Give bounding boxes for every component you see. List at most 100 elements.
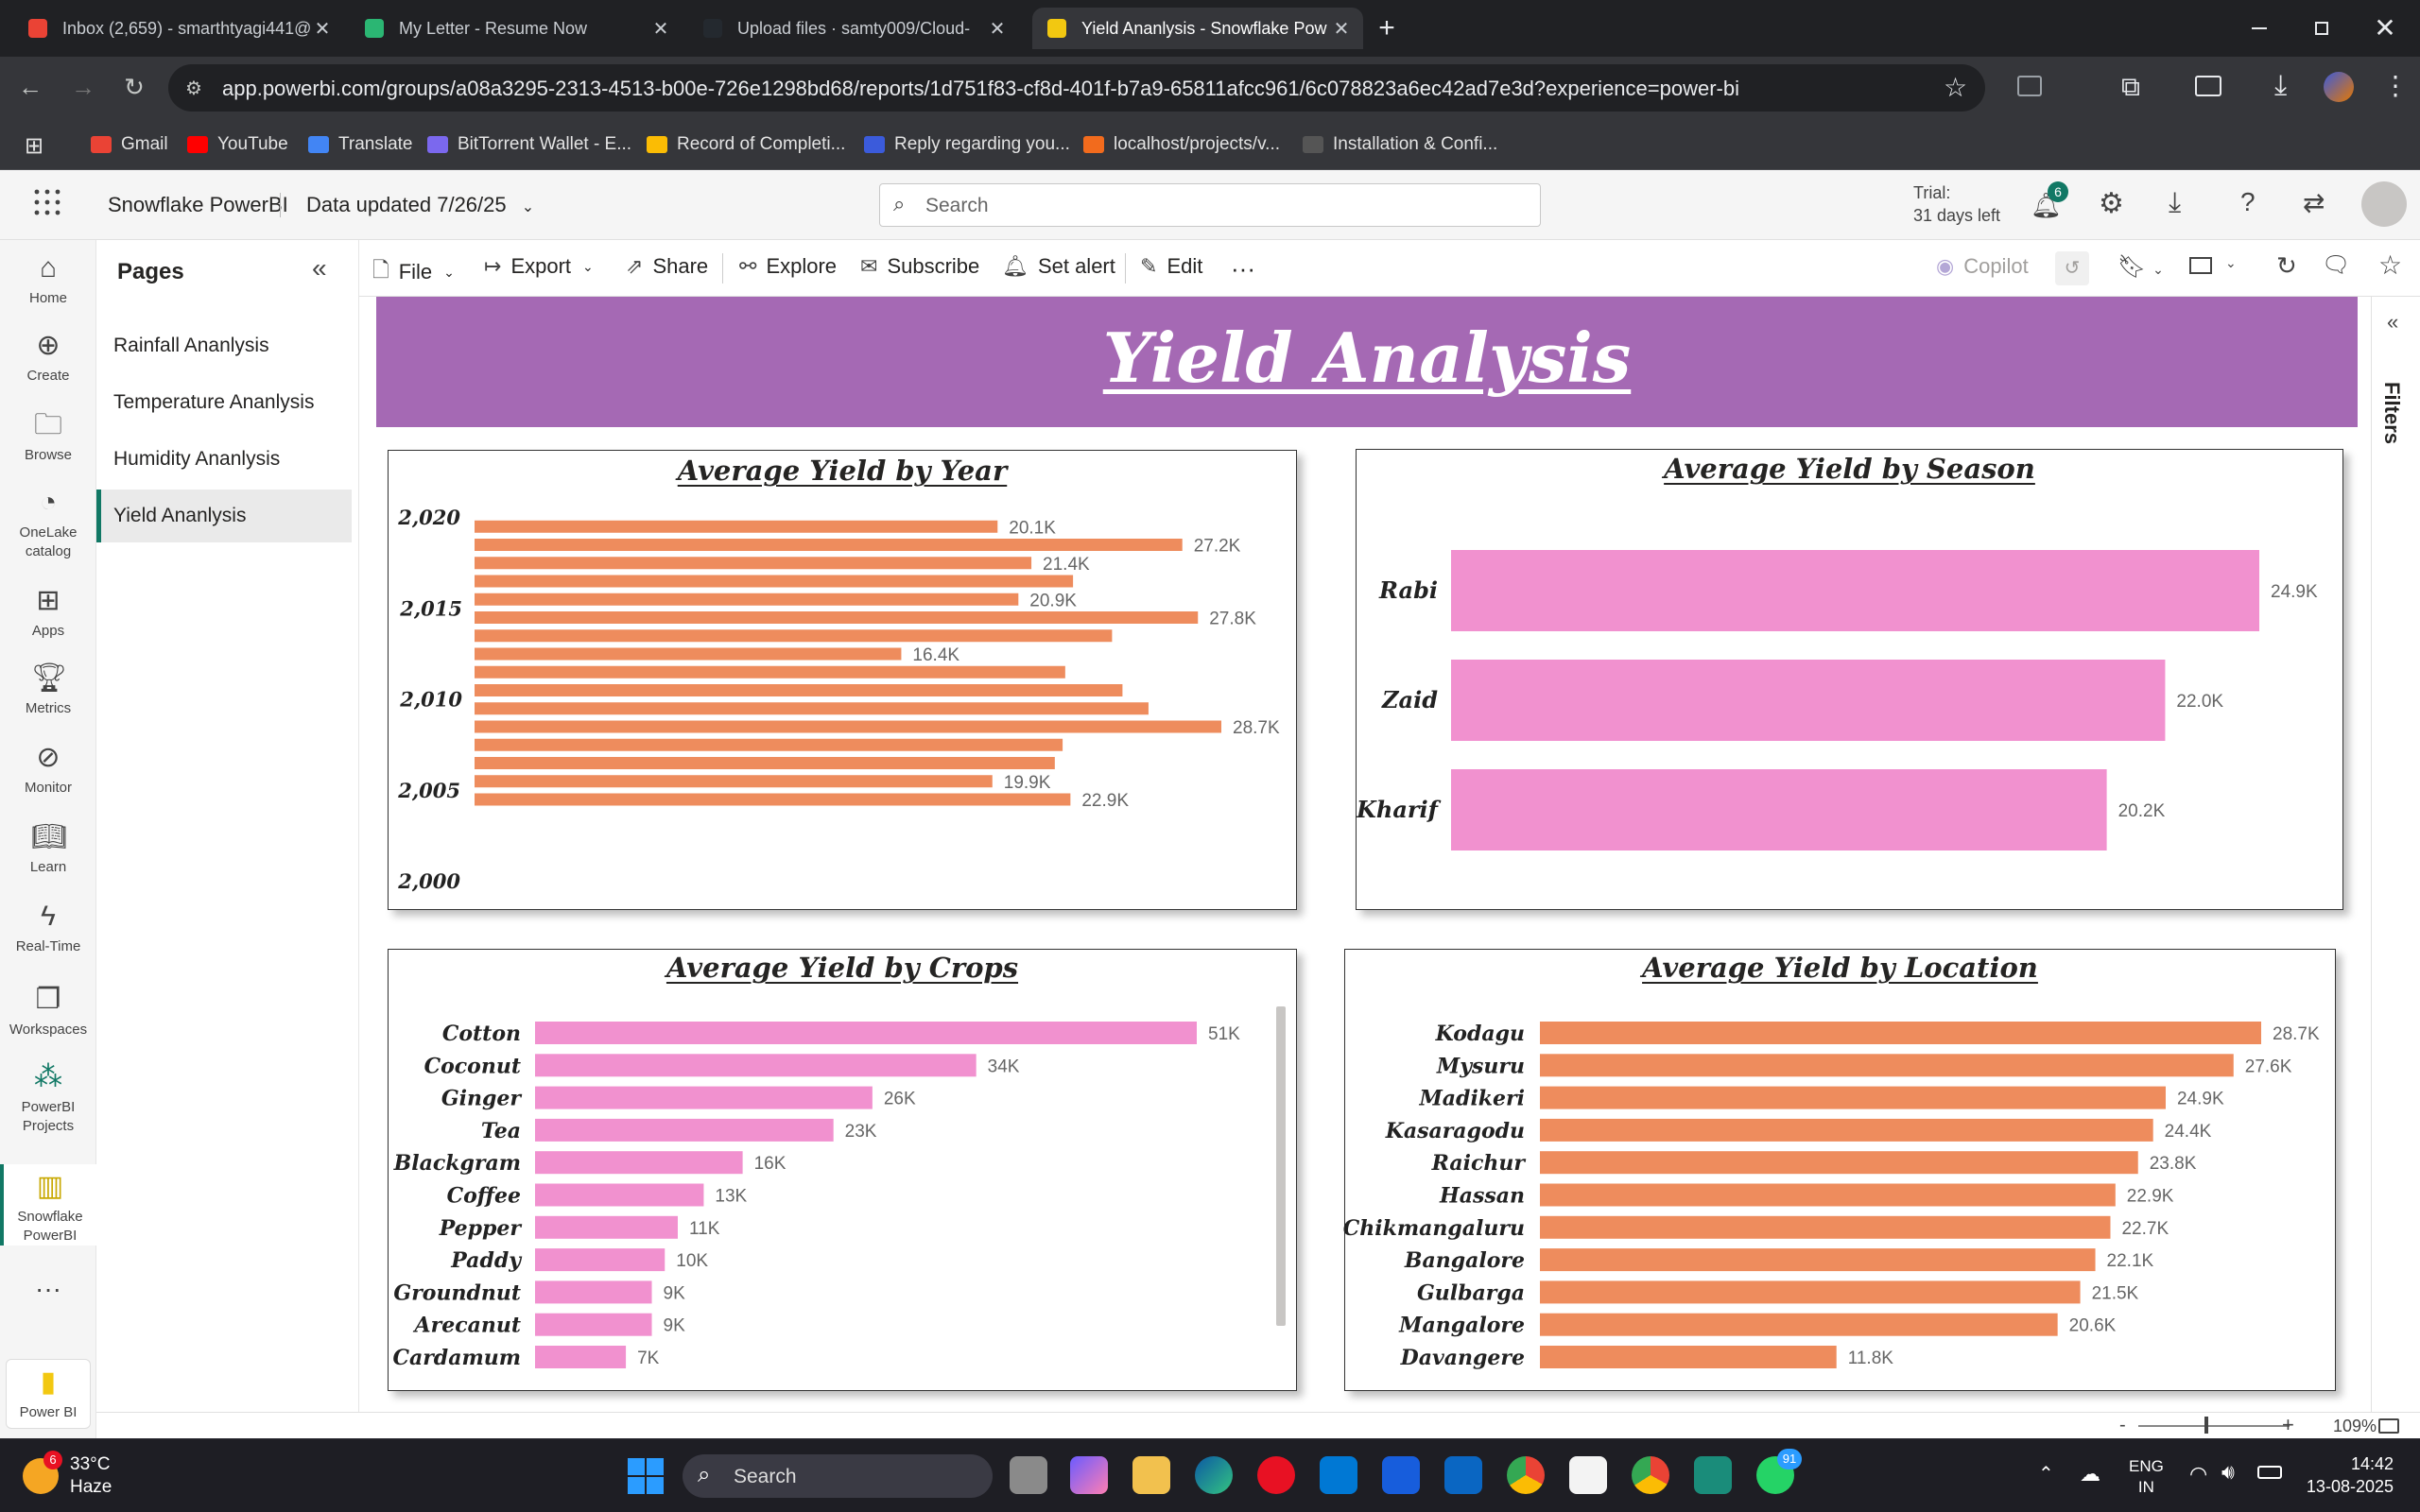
set-alert-button[interactable]: 🔔︎ Set alert (1002, 254, 1115, 279)
nav-item-home[interactable]: ⌂ Home (0, 251, 96, 308)
view-icon[interactable] (2189, 257, 2212, 274)
bookmark-star-icon[interactable]: ☆ (1944, 72, 1967, 103)
collapse-pane-icon[interactable]: « (312, 253, 327, 284)
bar[interactable] (475, 793, 1071, 806)
chrome-active-icon[interactable] (1632, 1456, 1669, 1494)
bar[interactable] (1540, 1118, 2153, 1142)
minimize-window-button[interactable] (2240, 9, 2278, 47)
nav-item-monitor[interactable]: ⊘ Monitor (0, 741, 96, 798)
tab-search-icon[interactable] (2195, 76, 2221, 96)
extension-icon[interactable] (2017, 76, 2042, 96)
bookmark-item[interactable]: BitTorrent Wallet - E... (427, 130, 631, 159)
copilot-app-icon[interactable] (1070, 1456, 1108, 1494)
bookmark-item[interactable]: YouTube (187, 130, 288, 159)
file-menu-button[interactable]: 🗋 File ⌄ (372, 254, 455, 290)
download-icon[interactable]: ⤓ (2274, 70, 2287, 102)
app-launcher-icon[interactable] (32, 187, 62, 217)
microsoft-store-icon[interactable] (1320, 1456, 1357, 1494)
bar[interactable] (1451, 660, 2166, 741)
close-tab-icon[interactable]: ✕ (985, 17, 1010, 41)
more-options-icon[interactable]: ··· (0, 1276, 96, 1302)
bar[interactable] (535, 1313, 652, 1336)
download-icon[interactable]: ⤓ (2169, 187, 2181, 219)
bar[interactable] (1451, 769, 2107, 850)
nav-item-apps[interactable]: ⊞ Apps (0, 584, 96, 641)
bar[interactable] (1540, 1313, 2058, 1336)
bar[interactable] (535, 1183, 704, 1207)
zoom-slider[interactable] (2138, 1425, 2290, 1427)
bookmark-item[interactable]: Gmail (91, 130, 168, 159)
nav-item-learn[interactable]: 📖︎ Learn (0, 820, 96, 877)
notifications-bell-icon[interactable]: 🔔︎ 6 (2031, 181, 2068, 220)
onedrive-icon[interactable]: ☁ (2080, 1462, 2100, 1486)
account-avatar[interactable] (2361, 181, 2407, 227)
bookmark-item[interactable]: localhost/projects/v... (1083, 130, 1280, 159)
yield-by-season-visual[interactable]: Average Yield by Season Rabi 24.9K Zaid 22.… (1356, 449, 2343, 910)
weather-widget[interactable]: 6 33°C Haze (23, 1451, 136, 1502)
workspace-name[interactable]: Snowflake PowerBI (108, 193, 288, 217)
copilot-button[interactable]: ◉ Copilot (1936, 254, 2029, 279)
bitwarden-icon[interactable] (1382, 1456, 1420, 1494)
address-bar[interactable]: ⚙ app.powerbi.com/groups/a08a3295-2313-4… (168, 64, 1985, 112)
bar[interactable] (1540, 1183, 2116, 1207)
page-tab[interactable]: Yield Ananlysis (96, 490, 352, 542)
bar[interactable] (535, 1086, 873, 1109)
forward-arrow-icon[interactable]: → (66, 70, 100, 104)
bar[interactable] (475, 665, 1065, 679)
yield-by-location-visual[interactable]: Average Yield by Location Kodagu 28.7K Mys… (1343, 949, 2336, 1391)
zoom-out-button[interactable]: - (2119, 1415, 2126, 1436)
bar[interactable] (1540, 1215, 2111, 1239)
whatsapp-icon[interactable]: 91 (1756, 1449, 1802, 1494)
bar[interactable] (535, 1248, 666, 1272)
profile-avatar[interactable] (2324, 72, 2354, 102)
bar[interactable] (535, 1280, 652, 1304)
yield-by-crops-visual[interactable]: Average Yield by Crops Cotton 51K Coconut 3… (388, 949, 1297, 1391)
browser-tab[interactable]: Inbox (2,659) - smarthtyagi441@ ✕ (13, 8, 344, 49)
bar[interactable] (535, 1022, 1197, 1044)
close-tab-icon[interactable]: ✕ (310, 17, 335, 41)
page-tab[interactable]: Humidity Ananlysis (96, 433, 352, 486)
zoom-slider-handle[interactable] (2204, 1417, 2208, 1434)
mail-icon[interactable] (1444, 1456, 1482, 1494)
bar[interactable] (475, 539, 1183, 551)
filters-pane[interactable]: « Filters (2371, 297, 2420, 1412)
nav-item-metrics[interactable]: 🏆︎ Metrics (0, 662, 96, 718)
bar[interactable] (1540, 1022, 2261, 1044)
notepad-icon[interactable] (1569, 1456, 1607, 1494)
taskbar-search-box[interactable]: ⌕ Search (683, 1454, 993, 1498)
help-icon[interactable]: ? (2240, 187, 2256, 217)
reload-icon[interactable]: ↻ (117, 70, 151, 104)
bar[interactable] (1540, 1248, 2096, 1272)
battery-icon[interactable] (2257, 1466, 2282, 1479)
yield-by-season-chart[interactable]: Rabi 24.9K Zaid 22.0K Kharif 20.2K (1356, 450, 2341, 907)
nav-item-real-time[interactable]: ϟ Real-Time (0, 900, 96, 956)
bar[interactable] (535, 1118, 834, 1142)
edit-button[interactable]: ✎ Edit (1140, 254, 1202, 279)
task-view-icon[interactable] (1010, 1456, 1047, 1494)
share-feedback-icon[interactable]: ⇄ (2303, 187, 2325, 218)
bar[interactable] (475, 775, 993, 788)
bar[interactable] (1540, 1280, 2081, 1304)
nav-item-create[interactable]: ⊕ Create (0, 329, 96, 386)
bookmark-item[interactable]: Installation & Confi... (1303, 130, 1497, 159)
edge-browser-icon[interactable] (1195, 1456, 1233, 1494)
refresh-icon[interactable]: ↻ (2276, 251, 2297, 281)
export-menu-button[interactable]: ↦ Export ⌄ (484, 254, 594, 279)
bookmark-item[interactable]: Reply regarding you... (864, 130, 1070, 159)
zoom-level[interactable]: 109% (2333, 1417, 2377, 1436)
gaming-app-icon[interactable] (1694, 1456, 1732, 1494)
close-tab-icon[interactable]: ✕ (648, 17, 673, 41)
clock[interactable]: 14:42 13-08-2025 (2291, 1452, 2394, 1498)
bar[interactable] (475, 575, 1074, 588)
bookmark-item[interactable]: Translate (308, 130, 413, 159)
new-tab-button[interactable]: + (1373, 9, 1401, 47)
search-input[interactable]: ⌕ Search (879, 183, 1541, 227)
wifi-icon[interactable]: ◠ (2189, 1462, 2207, 1486)
volume-icon[interactable]: 🔊︎ (2221, 1460, 2235, 1485)
bar[interactable] (475, 611, 1199, 624)
page-tab[interactable]: Temperature Ananlysis (96, 376, 352, 429)
bar[interactable] (535, 1151, 743, 1175)
bar[interactable] (475, 720, 1221, 733)
favorite-star-icon[interactable]: ☆ (2378, 249, 2402, 281)
bar[interactable] (475, 757, 1055, 769)
